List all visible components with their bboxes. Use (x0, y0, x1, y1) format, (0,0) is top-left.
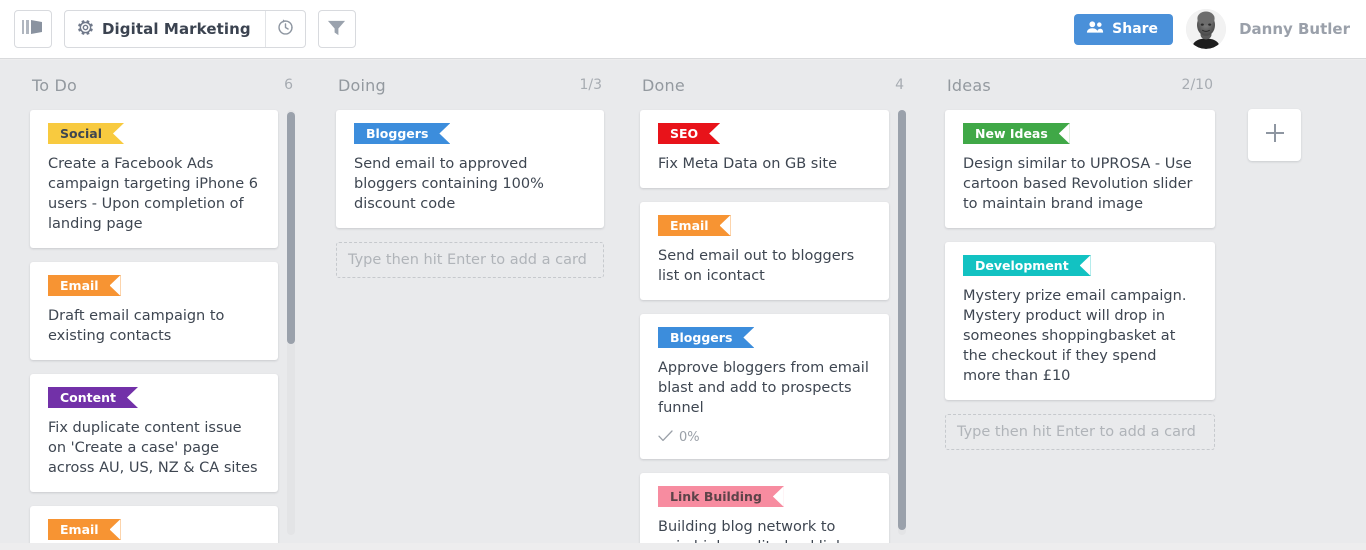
sidebar-toggle-icon (22, 19, 44, 39)
add-column-button[interactable] (1248, 109, 1301, 161)
column-title[interactable]: Doing (338, 76, 386, 95)
kanban-card[interactable]: New Ideas Design similar to UPROSA - Use … (945, 110, 1215, 228)
kanban-card[interactable]: Link Building Building blog network to ga… (640, 473, 889, 543)
card-progress-value: 0% (679, 430, 700, 445)
card-label[interactable]: SEO (658, 123, 721, 144)
column-card-count: 1/3 (579, 77, 602, 93)
card-text: Building blog network to gain high quali… (658, 519, 862, 543)
column-header: Done 4 (640, 60, 906, 110)
column-card-list: Bloggers Send email to approved bloggers … (336, 110, 604, 543)
card-label-row: Social (30, 110, 278, 144)
share-button-label: Share (1112, 21, 1159, 37)
board-history-button[interactable] (264, 11, 305, 47)
share-button[interactable]: Share (1074, 13, 1174, 45)
kanban-card[interactable]: Email Draft email campaign to existing co… (30, 262, 278, 360)
card-label[interactable]: Bloggers (658, 327, 755, 348)
card-label-row: Bloggers (336, 110, 604, 144)
column-scrollbar-thumb[interactable] (898, 110, 906, 530)
card-label-row: Development (945, 242, 1215, 276)
header-right-toolbar: Share Danny Butler (1074, 9, 1366, 49)
add-card-placeholder: Type then hit Enter to add a card (348, 252, 587, 268)
add-card-input[interactable]: Type then hit Enter to add a card (336, 242, 604, 278)
card-label[interactable]: Email (658, 215, 731, 236)
kanban-card[interactable]: EmailCreate 1 blog post using the keywor… (30, 506, 278, 543)
people-icon (1086, 20, 1104, 38)
app-header: Digital Marketing Share Danny Butler (0, 0, 1366, 59)
sidebar-toggle-button[interactable] (14, 10, 52, 48)
card-text: Approve bloggers from email blast and ad… (658, 360, 869, 416)
card-text: Send email to approved bloggers containi… (354, 156, 544, 212)
kanban-board: To Do 6 Social Create a Facebook Ads campai… (0, 60, 1366, 543)
card-progress: 0% (640, 418, 889, 445)
card-label-row: SEO (640, 110, 889, 144)
card-label[interactable]: Email (48, 275, 121, 296)
plus-icon (1264, 122, 1286, 148)
column-card-count: 2/10 (1181, 77, 1213, 93)
kanban-card[interactable]: Social Create a Facebook Ads campaign tar… (30, 110, 278, 248)
card-label-row: Email (30, 262, 278, 296)
kanban-card[interactable]: Bloggers Approve bloggers from email blas… (640, 314, 889, 459)
bottom-strip (0, 543, 1366, 550)
history-clock-icon (276, 18, 295, 41)
kanban-card[interactable]: Email Send email out to bloggers list on … (640, 202, 889, 300)
check-icon (658, 430, 673, 445)
column-card-list: New Ideas Design similar to UPROSA - Use … (945, 110, 1215, 543)
kanban-card[interactable]: Content Fix duplicate content issue on 'C… (30, 374, 278, 492)
card-text: Create a Facebook Ads campaign targeting… (48, 156, 259, 232)
card-label-row: Content (30, 374, 278, 408)
column-card-list: Social Create a Facebook Ads campaign tar… (30, 110, 295, 543)
board-selector-group: Digital Marketing (64, 10, 306, 48)
kanban-card[interactable]: SEO Fix Meta Data on GB site (640, 110, 889, 188)
column-title[interactable]: Ideas (947, 76, 991, 95)
card-text: Send email out to bloggers list on icont… (658, 248, 855, 284)
card-label[interactable]: Email (48, 519, 121, 540)
card-label-row: Email (640, 202, 889, 236)
column-card-count: 6 (284, 77, 293, 93)
card-text: Design similar to UPROSA - Use cartoon b… (963, 156, 1193, 212)
user-name[interactable]: Danny Butler (1239, 20, 1350, 38)
card-label[interactable]: Development (963, 255, 1091, 276)
card-label[interactable]: Link Building (658, 486, 784, 507)
column-card-list: SEO Fix Meta Data on GB site Email Send ema… (640, 110, 906, 543)
add-card-input[interactable]: Type then hit Enter to add a card (945, 414, 1215, 450)
column-scrollbar-track[interactable] (898, 110, 906, 535)
card-text: Fix Meta Data on GB site (658, 156, 837, 172)
board-column: To Do 6 Social Create a Facebook Ads campai… (30, 60, 295, 543)
board-column: Ideas 2/10 New Ideas Design similar to UPRO… (945, 60, 1215, 543)
column-title[interactable]: Done (642, 76, 685, 95)
kanban-card[interactable]: Development Mystery prize email campaign.… (945, 242, 1215, 400)
funnel-filter-icon (326, 18, 347, 41)
column-header: Doing 1/3 (336, 60, 604, 110)
board-column: Doing 1/3 Bloggers Send email to approved b… (336, 60, 604, 543)
column-scrollbar-thumb[interactable] (287, 112, 295, 344)
column-card-count: 4 (895, 77, 904, 93)
card-label-row: Email (30, 506, 278, 540)
board-settings-button[interactable]: Digital Marketing (65, 11, 265, 47)
column-header: Ideas 2/10 (945, 60, 1215, 110)
header-left-toolbar: Digital Marketing (0, 10, 356, 48)
card-label-row: Bloggers (640, 314, 889, 348)
card-label[interactable]: New Ideas (963, 123, 1070, 144)
card-text: Mystery prize email campaign. Mystery pr… (963, 288, 1187, 384)
card-label-row: New Ideas (945, 110, 1215, 144)
card-label[interactable]: Content (48, 387, 138, 408)
board-title: Digital Marketing (102, 20, 251, 38)
column-scrollbar-track[interactable] (287, 110, 295, 535)
card-label-row: Link Building (640, 473, 889, 507)
card-label[interactable]: Social (48, 123, 125, 144)
avatar[interactable] (1186, 9, 1227, 49)
add-card-placeholder: Type then hit Enter to add a card (957, 424, 1196, 440)
card-text: Draft email campaign to existing contact… (48, 308, 225, 344)
filter-button[interactable] (317, 10, 356, 48)
column-title[interactable]: To Do (32, 76, 77, 95)
card-label[interactable]: Bloggers (354, 123, 451, 144)
card-text: Fix duplicate content issue on 'Create a… (48, 420, 258, 476)
board-column: Done 4 SEO Fix Meta Data on GB site Email Sen… (640, 60, 906, 543)
kanban-card[interactable]: Bloggers Send email to approved bloggers … (336, 110, 604, 228)
column-header: To Do 6 (30, 60, 295, 110)
gear-icon (77, 19, 94, 40)
